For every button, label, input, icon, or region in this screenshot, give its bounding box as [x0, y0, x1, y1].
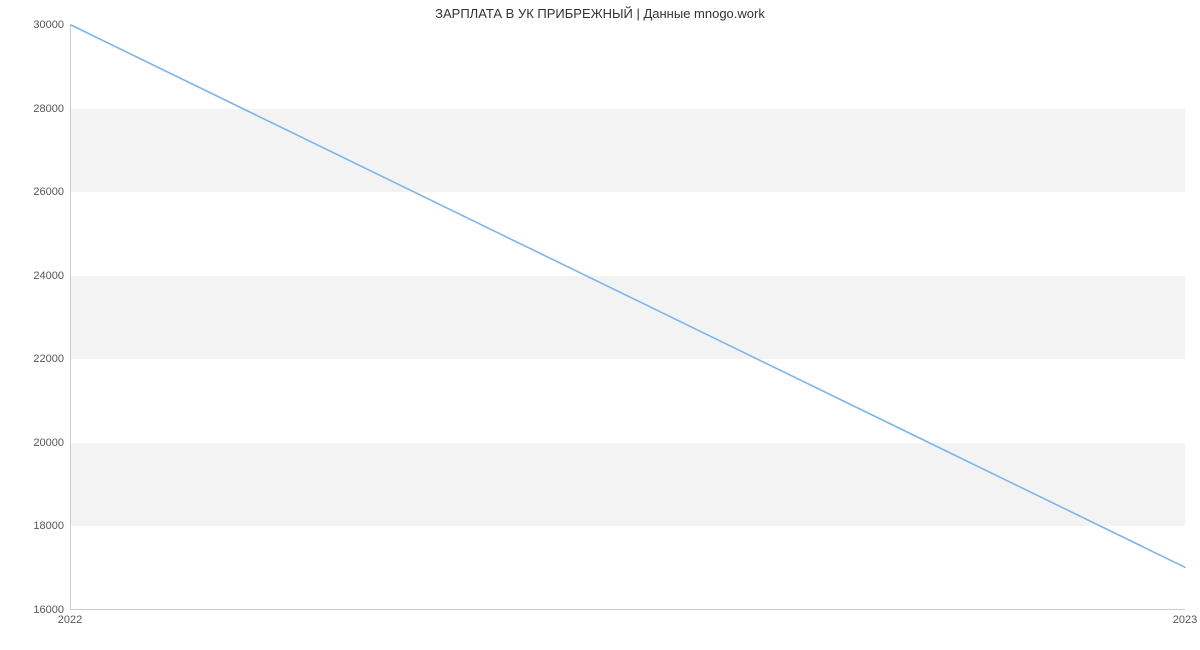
chart-title: ЗАРПЛАТА В УК ПРИБРЕЖНЫЙ | Данные mnogo.…	[0, 6, 1200, 21]
x-tick-label: 2022	[58, 614, 82, 626]
y-tick-label: 28000	[8, 103, 64, 115]
chart-line-layer	[71, 25, 1185, 609]
y-tick-label: 20000	[8, 437, 64, 449]
series-line	[71, 25, 1185, 567]
y-tick-label: 18000	[8, 520, 64, 532]
line-chart: ЗАРПЛАТА В УК ПРИБРЕЖНЫЙ | Данные mnogo.…	[0, 0, 1200, 650]
y-tick-label: 30000	[8, 19, 64, 31]
y-tick-label: 24000	[8, 270, 64, 282]
y-tick-label: 26000	[8, 186, 64, 198]
y-tick-label: 16000	[8, 604, 64, 616]
x-tick-label: 2023	[1173, 614, 1197, 626]
y-tick-label: 22000	[8, 353, 64, 365]
plot-area	[70, 25, 1185, 610]
